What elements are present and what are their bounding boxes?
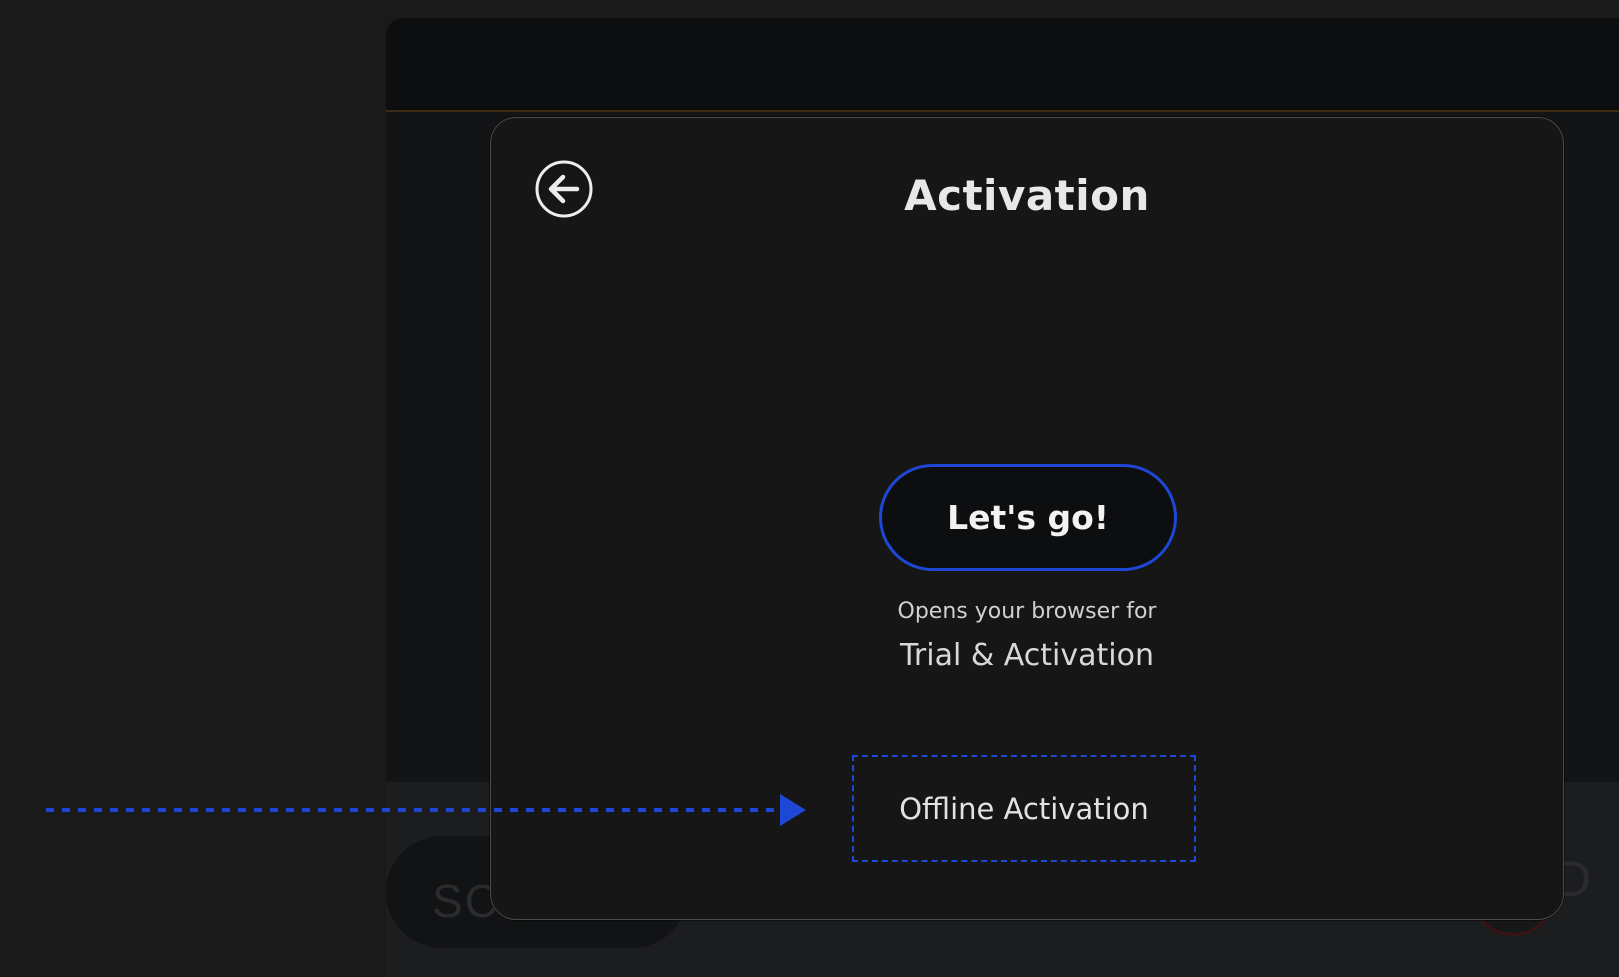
background-app-titlebar xyxy=(386,18,1619,112)
dialog-title: Activation xyxy=(904,171,1150,220)
helper-text-opens-browser: Opens your browser for xyxy=(897,599,1157,624)
offline-activation-button[interactable]: Offline Activation xyxy=(852,755,1196,862)
helper-text-trial-activation: Trial & Activation xyxy=(900,638,1154,673)
dashed-arrow-right-icon xyxy=(46,794,806,826)
screen: SC D Activation Let's go! Opens your bro… xyxy=(0,0,1619,977)
lets-go-button[interactable]: Let's go! xyxy=(879,464,1177,571)
